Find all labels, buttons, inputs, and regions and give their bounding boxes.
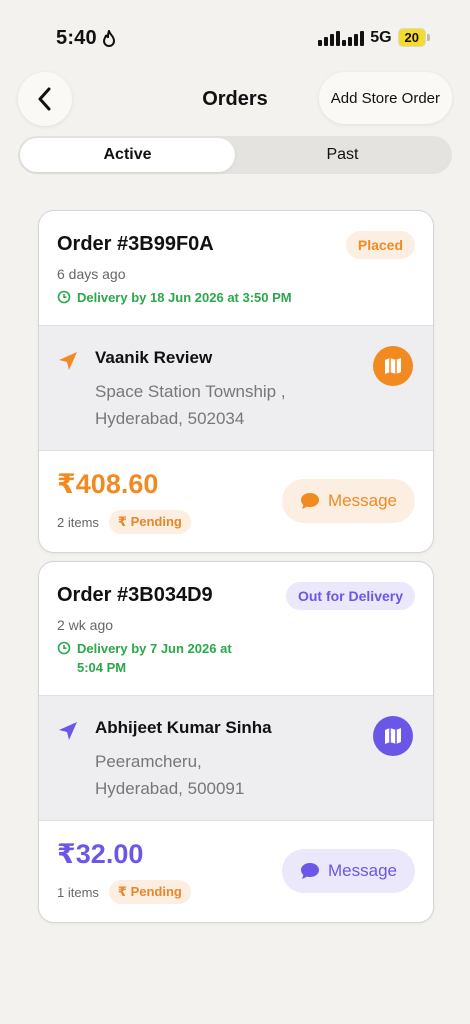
status-time-text: 5:40 <box>56 27 97 49</box>
navigation-arrow-icon <box>59 722 77 740</box>
battery-tip <box>427 34 430 41</box>
message-button[interactable]: Message <box>282 479 415 523</box>
order-header: Order #3B99F0A Placed 6 days ago Deliver… <box>39 211 433 325</box>
order-card[interactable]: Order #3B034D9 Out for Delivery 2 wk ago… <box>38 561 434 923</box>
delivery-text: Delivery by 18 Jun 2026 at 3:50 PM <box>77 290 292 305</box>
status-time: 5:40 <box>56 27 117 50</box>
address-line-2: Hyderabad, 502034 <box>95 409 245 428</box>
address: Space Station Township , Hyderabad, 5020… <box>95 378 286 432</box>
order-footer: ₹32.00 1 items ₹ Pending Message <box>39 821 433 922</box>
order-age: 6 days ago <box>57 266 126 282</box>
customer-name: Abhijeet Kumar Sinha <box>95 718 272 737</box>
address-line-1: Peeramcheru, <box>95 752 202 771</box>
signal-icon <box>318 30 365 46</box>
order-footer: ₹408.60 2 items ₹ Pending Message <box>39 451 433 552</box>
status-indicators: 5G 20 <box>318 28 430 47</box>
chat-bubble-icon <box>301 493 320 509</box>
status-badge: Placed <box>345 231 415 259</box>
message-button[interactable]: Message <box>282 849 415 893</box>
order-header: Order #3B034D9 Out for Delivery 2 wk ago… <box>39 562 433 695</box>
destination-section: Abhijeet Kumar Sinha Peeramcheru, Hydera… <box>39 695 433 821</box>
item-count: 1 items <box>57 884 99 900</box>
order-tabs: Active Past <box>18 136 452 174</box>
order-card[interactable]: Order #3B99F0A Placed 6 days ago Deliver… <box>38 210 434 553</box>
payment-status-badge: ₹ Pending <box>108 880 191 904</box>
address-line-1: Space Station Township , <box>95 382 286 401</box>
message-label: Message <box>328 491 397 510</box>
delivery-text: Delivery by 7 Jun 2026 at 5:04 PM <box>77 641 232 675</box>
address: Peeramcheru, Hyderabad, 500091 <box>95 748 272 802</box>
map-icon <box>385 358 401 374</box>
map-button[interactable] <box>373 346 413 386</box>
customer-name: Vaanik Review <box>95 348 213 367</box>
destination-section: Vaanik Review Space Station Township , H… <box>39 325 433 451</box>
map-icon <box>385 728 401 744</box>
tab-active[interactable]: Active <box>20 138 235 172</box>
status-bar: 5:40 5G 20 <box>0 0 470 70</box>
chat-bubble-icon <box>301 863 320 879</box>
order-age: 2 wk ago <box>57 617 114 633</box>
map-button[interactable] <box>373 716 413 756</box>
payment-status-badge: ₹ Pending <box>108 510 191 534</box>
message-label: Message <box>328 861 397 880</box>
clock-icon <box>57 641 71 655</box>
item-count: 2 items <box>57 514 99 530</box>
clock-icon <box>57 290 71 304</box>
network-label: 5G <box>370 28 392 46</box>
navigation-arrow-icon <box>59 352 77 370</box>
tab-past[interactable]: Past <box>235 138 450 172</box>
flame-icon <box>102 29 115 47</box>
add-store-order-button[interactable]: Add Store Order <box>318 72 452 124</box>
battery-icon: 20 <box>397 28 426 47</box>
address-line-2: Hyderabad, 500091 <box>95 779 245 798</box>
delivery-info: Delivery by 18 Jun 2026 at 3:50 PM <box>57 288 415 307</box>
status-badge: Out for Delivery <box>285 582 415 610</box>
delivery-info: Delivery by 7 Jun 2026 at 5:04 PM <box>57 639 415 677</box>
